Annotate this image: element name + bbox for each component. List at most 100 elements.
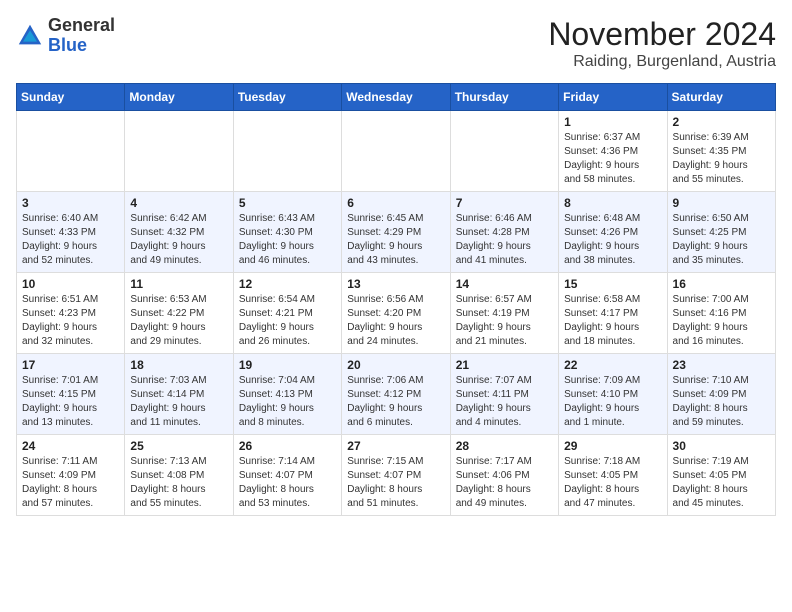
day-info: Sunrise: 7:04 AM Sunset: 4:13 PM Dayligh… xyxy=(239,374,336,430)
calendar-week-row: 1 Sunrise: 6:37 AM Sunset: 4:36 PM Daylig… xyxy=(17,111,776,192)
calendar-week-row: 3 Sunrise: 6:40 AM Sunset: 4:33 PM Daylig… xyxy=(17,192,776,273)
calendar-cell: 29 Sunrise: 7:18 AM Sunset: 4:05 PM Dayli… xyxy=(559,435,667,516)
day-number: 2 xyxy=(673,115,770,129)
logo: General Blue xyxy=(16,16,115,56)
calendar-cell: 6 Sunrise: 6:45 AM Sunset: 4:29 PM Daylig… xyxy=(342,192,450,273)
day-number: 13 xyxy=(347,277,444,291)
day-info: Sunrise: 7:19 AM Sunset: 4:05 PM Dayligh… xyxy=(673,455,770,511)
day-info: Sunrise: 7:07 AM Sunset: 4:11 PM Dayligh… xyxy=(456,374,553,430)
calendar-cell: 20 Sunrise: 7:06 AM Sunset: 4:12 PM Dayli… xyxy=(342,354,450,435)
location: Raiding, Burgenland, Austria xyxy=(548,53,776,71)
calendar-cell: 1 Sunrise: 6:37 AM Sunset: 4:36 PM Daylig… xyxy=(559,111,667,192)
calendar-table: SundayMondayTuesdayWednesdayThursdayFrid… xyxy=(16,83,776,516)
calendar-cell: 8 Sunrise: 6:48 AM Sunset: 4:26 PM Daylig… xyxy=(559,192,667,273)
calendar-cell: 2Sunrise: 6:39 AM Sunset: 4:35 PM Daylig… xyxy=(667,111,775,192)
calendar-cell xyxy=(342,111,450,192)
day-info: Sunrise: 7:06 AM Sunset: 4:12 PM Dayligh… xyxy=(347,374,444,430)
calendar-cell: 13 Sunrise: 6:56 AM Sunset: 4:20 PM Dayli… xyxy=(342,273,450,354)
day-number: 22 xyxy=(564,358,661,372)
calendar-cell xyxy=(233,111,341,192)
logo-text: General Blue xyxy=(48,16,115,56)
day-info: Sunrise: 6:48 AM Sunset: 4:26 PM Dayligh… xyxy=(564,212,661,268)
day-info: Sunrise: 6:42 AM Sunset: 4:32 PM Dayligh… xyxy=(130,212,227,268)
day-info: Sunrise: 6:43 AM Sunset: 4:30 PM Dayligh… xyxy=(239,212,336,268)
day-number: 23 xyxy=(673,358,770,372)
calendar-cell: 12 Sunrise: 6:54 AM Sunset: 4:21 PM Dayli… xyxy=(233,273,341,354)
day-number: 17 xyxy=(22,358,119,372)
calendar-cell: 24 Sunrise: 7:11 AM Sunset: 4:09 PM Dayli… xyxy=(17,435,125,516)
day-number: 24 xyxy=(22,439,119,453)
day-number: 21 xyxy=(456,358,553,372)
calendar-cell: 27Sunrise: 7:15 AM Sunset: 4:07 PM Dayli… xyxy=(342,435,450,516)
day-info: Sunrise: 6:37 AM Sunset: 4:36 PM Dayligh… xyxy=(564,131,661,187)
logo-general: General xyxy=(48,15,115,35)
calendar-cell: 15 Sunrise: 6:58 AM Sunset: 4:17 PM Dayli… xyxy=(559,273,667,354)
weekday-header-friday: Friday xyxy=(559,84,667,111)
day-number: 7 xyxy=(456,196,553,210)
calendar-cell: 16 Sunrise: 7:00 AM Sunset: 4:16 PM Dayli… xyxy=(667,273,775,354)
logo-blue: Blue xyxy=(48,35,87,55)
calendar-cell: 25Sunrise: 7:13 AM Sunset: 4:08 PM Dayli… xyxy=(125,435,233,516)
calendar-cell: 18Sunrise: 7:03 AM Sunset: 4:14 PM Dayli… xyxy=(125,354,233,435)
day-info: Sunrise: 6:56 AM Sunset: 4:20 PM Dayligh… xyxy=(347,293,444,349)
day-number: 1 xyxy=(564,115,661,129)
calendar-cell: 17Sunrise: 7:01 AM Sunset: 4:15 PM Dayli… xyxy=(17,354,125,435)
calendar-cell: 30Sunrise: 7:19 AM Sunset: 4:05 PM Dayli… xyxy=(667,435,775,516)
day-info: Sunrise: 6:45 AM Sunset: 4:29 PM Dayligh… xyxy=(347,212,444,268)
day-number: 29 xyxy=(564,439,661,453)
page-header: General Blue November 2024 Raiding, Burg… xyxy=(16,16,776,71)
day-info: Sunrise: 6:54 AM Sunset: 4:21 PM Dayligh… xyxy=(239,293,336,349)
calendar-cell: 7 Sunrise: 6:46 AM Sunset: 4:28 PM Daylig… xyxy=(450,192,558,273)
weekday-header-sunday: Sunday xyxy=(17,84,125,111)
day-number: 8 xyxy=(564,196,661,210)
calendar-cell xyxy=(17,111,125,192)
calendar-cell: 10Sunrise: 6:51 AM Sunset: 4:23 PM Dayli… xyxy=(17,273,125,354)
day-number: 3 xyxy=(22,196,119,210)
day-info: Sunrise: 6:46 AM Sunset: 4:28 PM Dayligh… xyxy=(456,212,553,268)
day-number: 16 xyxy=(673,277,770,291)
day-number: 15 xyxy=(564,277,661,291)
day-info: Sunrise: 6:58 AM Sunset: 4:17 PM Dayligh… xyxy=(564,293,661,349)
calendar-cell: 4 Sunrise: 6:42 AM Sunset: 4:32 PM Daylig… xyxy=(125,192,233,273)
day-number: 6 xyxy=(347,196,444,210)
day-number: 28 xyxy=(456,439,553,453)
calendar-cell: 11 Sunrise: 6:53 AM Sunset: 4:22 PM Dayli… xyxy=(125,273,233,354)
day-info: Sunrise: 7:18 AM Sunset: 4:05 PM Dayligh… xyxy=(564,455,661,511)
calendar-week-row: 17Sunrise: 7:01 AM Sunset: 4:15 PM Dayli… xyxy=(17,354,776,435)
calendar-cell xyxy=(125,111,233,192)
weekday-header-thursday: Thursday xyxy=(450,84,558,111)
month-title: November 2024 xyxy=(548,16,776,53)
day-number: 14 xyxy=(456,277,553,291)
calendar-cell: 21 Sunrise: 7:07 AM Sunset: 4:11 PM Dayli… xyxy=(450,354,558,435)
day-number: 9 xyxy=(673,196,770,210)
day-number: 26 xyxy=(239,439,336,453)
day-info: Sunrise: 7:15 AM Sunset: 4:07 PM Dayligh… xyxy=(347,455,444,511)
day-info: Sunrise: 7:09 AM Sunset: 4:10 PM Dayligh… xyxy=(564,374,661,430)
weekday-header-tuesday: Tuesday xyxy=(233,84,341,111)
calendar-cell: 28 Sunrise: 7:17 AM Sunset: 4:06 PM Dayli… xyxy=(450,435,558,516)
day-number: 11 xyxy=(130,277,227,291)
calendar-cell: 22 Sunrise: 7:09 AM Sunset: 4:10 PM Dayli… xyxy=(559,354,667,435)
calendar-cell: 26 Sunrise: 7:14 AM Sunset: 4:07 PM Dayli… xyxy=(233,435,341,516)
day-number: 4 xyxy=(130,196,227,210)
day-number: 20 xyxy=(347,358,444,372)
day-number: 12 xyxy=(239,277,336,291)
calendar-cell: 23 Sunrise: 7:10 AM Sunset: 4:09 PM Dayli… xyxy=(667,354,775,435)
logo-icon xyxy=(16,22,44,50)
calendar-week-row: 10Sunrise: 6:51 AM Sunset: 4:23 PM Dayli… xyxy=(17,273,776,354)
title-block: November 2024 Raiding, Burgenland, Austr… xyxy=(548,16,776,71)
day-info: Sunrise: 7:17 AM Sunset: 4:06 PM Dayligh… xyxy=(456,455,553,511)
weekday-header-row: SundayMondayTuesdayWednesdayThursdayFrid… xyxy=(17,84,776,111)
day-info: Sunrise: 6:53 AM Sunset: 4:22 PM Dayligh… xyxy=(130,293,227,349)
day-info: Sunrise: 7:14 AM Sunset: 4:07 PM Dayligh… xyxy=(239,455,336,511)
day-info: Sunrise: 7:11 AM Sunset: 4:09 PM Dayligh… xyxy=(22,455,119,511)
calendar-cell: 5Sunrise: 6:43 AM Sunset: 4:30 PM Daylig… xyxy=(233,192,341,273)
day-info: Sunrise: 6:51 AM Sunset: 4:23 PM Dayligh… xyxy=(22,293,119,349)
day-info: Sunrise: 6:40 AM Sunset: 4:33 PM Dayligh… xyxy=(22,212,119,268)
day-info: Sunrise: 7:10 AM Sunset: 4:09 PM Dayligh… xyxy=(673,374,770,430)
day-info: Sunrise: 7:00 AM Sunset: 4:16 PM Dayligh… xyxy=(673,293,770,349)
day-number: 25 xyxy=(130,439,227,453)
calendar-week-row: 24 Sunrise: 7:11 AM Sunset: 4:09 PM Dayli… xyxy=(17,435,776,516)
day-number: 19 xyxy=(239,358,336,372)
weekday-header-monday: Monday xyxy=(125,84,233,111)
